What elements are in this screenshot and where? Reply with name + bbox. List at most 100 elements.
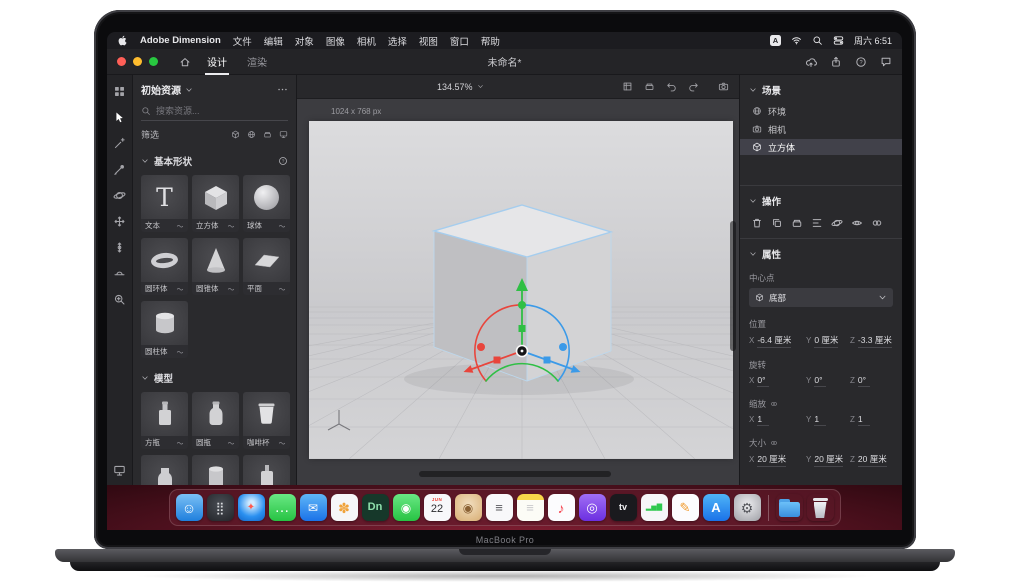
sampler-tool-icon[interactable] xyxy=(113,163,126,176)
filter-label[interactable]: 筛选 xyxy=(141,128,159,141)
dock-photos-icon[interactable]: ✽ xyxy=(331,494,358,521)
dock-music-icon[interactable]: ♪ xyxy=(548,494,575,521)
position-z-field[interactable]: -3.3 厘米 xyxy=(858,334,892,348)
chevron-down-icon[interactable] xyxy=(749,86,757,94)
chevron-down-icon[interactable] xyxy=(749,197,757,205)
rotation-x-field[interactable]: 0° xyxy=(757,375,769,387)
input-source-badge[interactable]: A xyxy=(770,35,781,46)
section-basic-shapes[interactable]: 基本形状 xyxy=(154,154,192,168)
zoom-button[interactable] xyxy=(149,57,158,66)
menubar-clock[interactable]: 周六 6:51 xyxy=(854,34,892,47)
section-models[interactable]: 模型 xyxy=(154,371,173,385)
asset-tile-cone[interactable]: 圆锥体 xyxy=(192,238,239,295)
apple-menu-icon[interactable] xyxy=(117,35,128,46)
dock-trash-icon[interactable] xyxy=(807,494,834,521)
rotate-handle-x[interactable] xyxy=(477,343,485,351)
camera-bookmark-icon[interactable] xyxy=(718,81,729,92)
menu-help[interactable]: 帮助 xyxy=(481,34,500,48)
chevron-down-icon[interactable] xyxy=(749,250,757,258)
move-to-ground-icon[interactable] xyxy=(831,217,843,229)
dock-reminders-icon[interactable]: ≡ xyxy=(486,494,513,521)
chevron-down-icon[interactable] xyxy=(141,157,149,165)
horizontal-scrollbar[interactable] xyxy=(419,471,611,477)
dock-finder-icon[interactable]: ☺ xyxy=(176,494,203,521)
dock-calendar-icon[interactable]: JUN22 xyxy=(424,494,451,521)
dock-podcasts-icon[interactable]: ◎ xyxy=(579,494,606,521)
magic-wand-tool-icon[interactable] xyxy=(113,137,126,150)
asset-tile-plane[interactable]: 平面 xyxy=(243,238,290,295)
view-mode-icon[interactable] xyxy=(622,81,633,92)
menu-view[interactable]: 视图 xyxy=(419,34,438,48)
vertical-scrollbar[interactable] xyxy=(730,221,736,351)
dock-settings-icon[interactable]: ⚙ xyxy=(734,494,761,521)
asset-tile-coffee-cup[interactable]: 咖啡杯 xyxy=(243,392,290,449)
help-icon[interactable] xyxy=(855,56,867,68)
zoom-tool-icon[interactable] xyxy=(113,293,126,306)
scale-handle-y[interactable] xyxy=(519,325,526,332)
dock-safari-icon[interactable]: ✦ xyxy=(238,494,265,521)
dock-tv-icon[interactable]: tv xyxy=(610,494,637,521)
rotate-handle-y[interactable] xyxy=(518,301,526,309)
scale-x-field[interactable]: 1 xyxy=(757,414,769,426)
asset-tile-square-bottle[interactable]: 方瓶 xyxy=(141,392,188,449)
delete-icon[interactable] xyxy=(751,217,763,229)
properties-panel-title[interactable]: 属性 xyxy=(762,247,781,261)
menu-select[interactable]: 选择 xyxy=(388,34,407,48)
scene-item-cube[interactable]: 立方体 xyxy=(740,139,902,155)
minimize-button[interactable] xyxy=(133,57,142,66)
asset-tile-partial[interactable] xyxy=(243,455,290,485)
asset-tile-text[interactable]: T 文本 xyxy=(141,175,188,232)
assets-toggle-icon[interactable] xyxy=(113,85,126,98)
section-help-icon[interactable] xyxy=(278,156,288,166)
rotation-y-field[interactable]: 0° xyxy=(814,375,826,387)
snap-icon[interactable] xyxy=(644,81,655,92)
search-input[interactable] xyxy=(156,106,288,116)
wifi-icon[interactable] xyxy=(791,35,802,46)
scale-handle-z[interactable] xyxy=(544,357,551,364)
dock-facetime-icon[interactable]: ◉ xyxy=(393,494,420,521)
asset-tile-torus[interactable]: 圆环体 xyxy=(141,238,188,295)
dock-launchpad-icon[interactable]: ⣿ xyxy=(207,494,234,521)
menubar-app-name[interactable]: Adobe Dimension xyxy=(140,35,221,46)
undo-icon[interactable] xyxy=(666,81,677,92)
control-center-icon[interactable] xyxy=(833,35,844,46)
link-values-icon[interactable] xyxy=(770,439,778,447)
link-values-icon[interactable] xyxy=(770,400,778,408)
size-z-field[interactable]: 20 厘米 xyxy=(858,453,887,467)
filter-images-icon[interactable] xyxy=(279,130,288,139)
redo-icon[interactable] xyxy=(688,81,699,92)
asset-tile-sphere[interactable]: 球体 xyxy=(243,175,290,232)
dolly-tool-icon[interactable] xyxy=(113,241,126,254)
dock-numbers-icon[interactable]: ▂▅▇ xyxy=(641,494,668,521)
size-x-field[interactable]: 20 厘米 xyxy=(757,453,786,467)
close-button[interactable] xyxy=(117,57,126,66)
dock-contacts-icon[interactable]: ◉ xyxy=(455,494,482,521)
viewport-3d[interactable] xyxy=(309,121,733,459)
dock-messages-icon[interactable]: … xyxy=(269,494,296,521)
horizon-tool-icon[interactable] xyxy=(113,267,126,280)
visibility-icon[interactable] xyxy=(851,217,863,229)
rotation-z-field[interactable]: 0° xyxy=(858,375,870,387)
assets-more-icon[interactable] xyxy=(277,84,288,95)
scene-item-camera[interactable]: 相机 xyxy=(740,121,902,137)
asset-tile-partial[interactable] xyxy=(141,455,188,485)
rotate-handle-z[interactable] xyxy=(559,343,567,351)
home-icon[interactable] xyxy=(179,56,191,68)
filter-materials-icon[interactable] xyxy=(247,130,256,139)
scale-z-field[interactable]: 1 xyxy=(858,414,870,426)
assets-panel-title[interactable]: 初始资源 xyxy=(141,82,181,97)
link-material-icon[interactable] xyxy=(871,217,883,229)
scene-panel-title[interactable]: 场景 xyxy=(762,83,781,97)
dock-downloads-folder-icon[interactable] xyxy=(776,494,803,521)
align-icon[interactable] xyxy=(811,217,823,229)
chevron-down-icon[interactable] xyxy=(141,374,149,382)
orbit-tool-icon[interactable] xyxy=(113,189,126,202)
duplicate-icon[interactable] xyxy=(771,217,783,229)
menu-file[interactable]: 文件 xyxy=(233,34,252,48)
tab-design[interactable]: 设计 xyxy=(207,49,227,75)
menu-edit[interactable]: 编辑 xyxy=(264,34,283,48)
zoom-level-control[interactable]: 134.57% xyxy=(437,82,484,92)
menu-camera[interactable]: 相机 xyxy=(357,34,376,48)
filter-lights-icon[interactable] xyxy=(263,130,272,139)
scale-handle-x[interactable] xyxy=(494,357,501,364)
